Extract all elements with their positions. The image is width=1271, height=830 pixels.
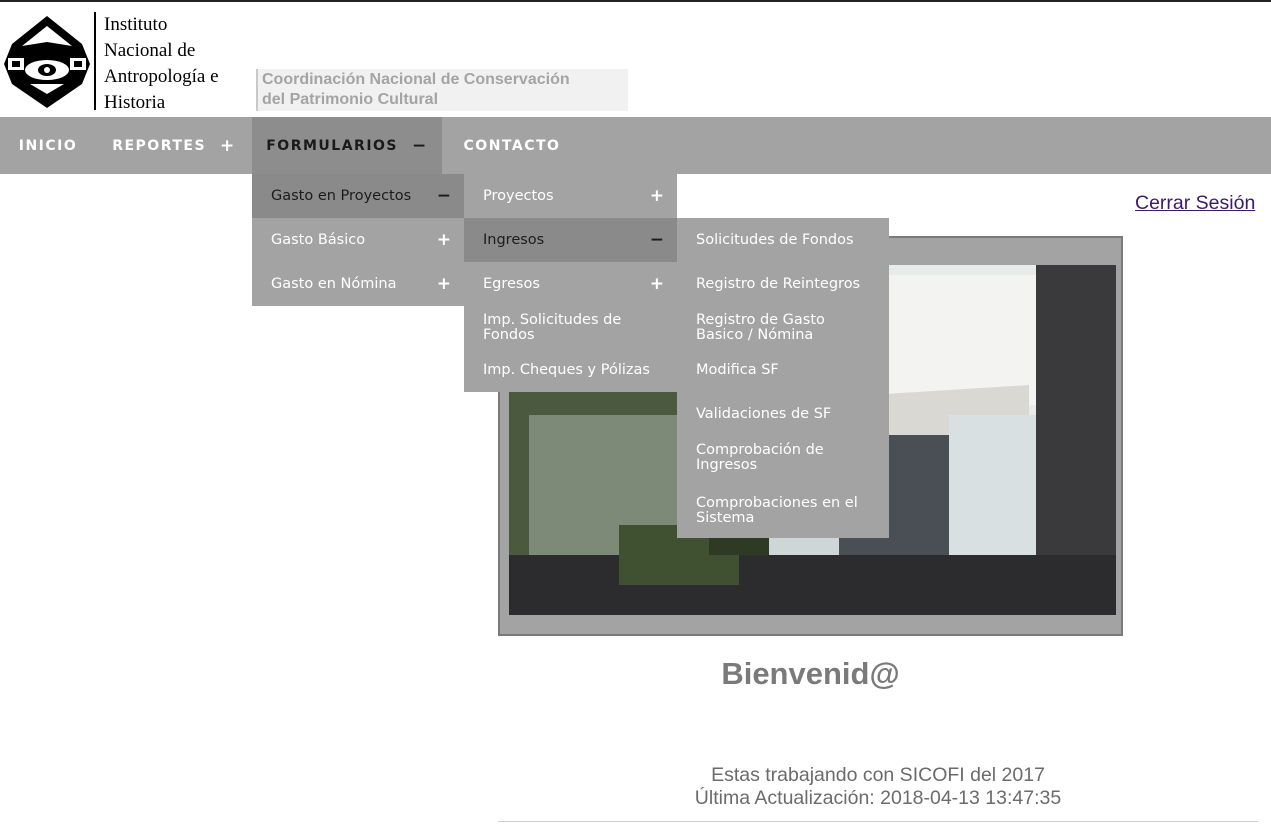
menu-item-label: Imp. Cheques y Pólizas bbox=[483, 362, 650, 378]
menu-item-label: Comprobación de Ingresos bbox=[696, 442, 824, 473]
coordination-line: del Patrimonio Cultural bbox=[262, 91, 439, 108]
nav-reportes[interactable]: REPORTES + bbox=[96, 117, 252, 174]
menu-item-registro-gasto[interactable]: Registro de Gasto Basico / Nómina bbox=[677, 306, 889, 350]
menu-item-label: Imp. Solicitudes de Fondos bbox=[483, 312, 622, 343]
institute-name: Instituto Nacional de Antropología e His… bbox=[94, 12, 254, 113]
menu-item-ingresos[interactable]: Ingresos − bbox=[464, 218, 677, 262]
welcome-heading: Bienvenid@ bbox=[721, 656, 900, 691]
menu-item-proyectos[interactable]: Proyectos + bbox=[464, 174, 677, 218]
expand-plus-icon: + bbox=[649, 274, 664, 294]
menu-item-solicitudes-fondos[interactable]: Solicitudes de Fondos bbox=[677, 218, 889, 262]
menu-item-label: Gasto en Proyectos bbox=[271, 187, 412, 204]
nav-contacto[interactable]: CONTACTO bbox=[442, 117, 582, 174]
expand-plus-icon: + bbox=[649, 186, 664, 206]
institute-line: Instituto bbox=[104, 14, 168, 35]
nav-label: FORMULARIOS bbox=[266, 137, 399, 154]
menu-item-gasto-nomina[interactable]: Gasto en Nómina + bbox=[252, 262, 464, 306]
working-year-text: Estas trabajando con SICOFI del 2017 bbox=[711, 764, 1045, 786]
menu-item-label: Ingresos bbox=[483, 231, 545, 248]
menu-item-label: Modifica SF bbox=[696, 362, 779, 378]
collapse-minus-icon: − bbox=[436, 186, 451, 206]
nav-inicio[interactable]: INICIO bbox=[0, 117, 96, 174]
inah-logo-icon bbox=[4, 16, 90, 108]
institute-line: Historia bbox=[104, 92, 166, 113]
coordination-banner: Coordinación Nacional de Conservación de… bbox=[256, 69, 628, 111]
collapse-minus-icon: − bbox=[412, 135, 428, 156]
menu-item-modifica-sf[interactable]: Modifica SF bbox=[677, 350, 889, 392]
coordination-line: Coordinación Nacional de Conservación bbox=[262, 71, 570, 88]
last-update-text: Última Actualización: 2018-04-13 13:47:3… bbox=[694, 787, 1062, 809]
menu-item-label: Registro de Reintegros bbox=[696, 275, 861, 292]
menu-item-imp-cheques[interactable]: Imp. Cheques y Pólizas bbox=[464, 350, 677, 392]
institute-line: Nacional de bbox=[104, 40, 196, 61]
menu-item-label: Egresos bbox=[483, 275, 540, 292]
menu-item-label: Gasto Básico bbox=[271, 231, 366, 248]
menu-item-gasto-proyectos[interactable]: Gasto en Proyectos − bbox=[252, 174, 464, 218]
logout-link[interactable]: Cerrar Sesión bbox=[1135, 192, 1255, 215]
menu-item-gasto-basico[interactable]: Gasto Básico + bbox=[252, 218, 464, 262]
nav-label: CONTACTO bbox=[463, 137, 561, 154]
main-navbar: INICIO REPORTES + FORMULARIOS − CONTACTO bbox=[0, 117, 1271, 174]
collapse-minus-icon: − bbox=[649, 230, 664, 250]
nav-label: INICIO bbox=[18, 137, 78, 154]
menu-item-comprobaciones-sistema[interactable]: Comprobaciones en el Sistema bbox=[677, 480, 889, 538]
expand-plus-icon: + bbox=[220, 135, 236, 156]
menu-item-label: Registro de Gasto Basico / Nómina bbox=[696, 312, 825, 343]
divider bbox=[498, 821, 1258, 822]
menu-item-label: Proyectos bbox=[483, 187, 554, 204]
menu-item-validaciones-sf[interactable]: Validaciones de SF bbox=[677, 392, 889, 436]
nav-label: REPORTES bbox=[112, 137, 207, 154]
top-border bbox=[0, 0, 1271, 2]
institute-line: Antropología e bbox=[104, 66, 219, 87]
session-info: Estas trabajando con SICOFI del 2017 Últ… bbox=[498, 764, 1258, 810]
expand-plus-icon: + bbox=[436, 274, 451, 294]
menu-item-comprobacion-ingresos[interactable]: Comprobación de Ingresos bbox=[677, 436, 889, 480]
menu-item-label: Gasto en Nómina bbox=[271, 275, 397, 292]
expand-plus-icon: + bbox=[436, 230, 451, 250]
menu-item-label: Validaciones de SF bbox=[696, 405, 832, 422]
menu-item-registro-reintegros[interactable]: Registro de Reintegros bbox=[677, 262, 889, 306]
menu-item-label: Solicitudes de Fondos bbox=[696, 231, 854, 248]
menu-item-egresos[interactable]: Egresos + bbox=[464, 262, 677, 306]
menu-item-imp-solicitudes[interactable]: Imp. Solicitudes de Fondos bbox=[464, 306, 677, 350]
menu-item-label: Comprobaciones en el Sistema bbox=[696, 495, 858, 526]
nav-formularios[interactable]: FORMULARIOS − bbox=[252, 117, 442, 174]
